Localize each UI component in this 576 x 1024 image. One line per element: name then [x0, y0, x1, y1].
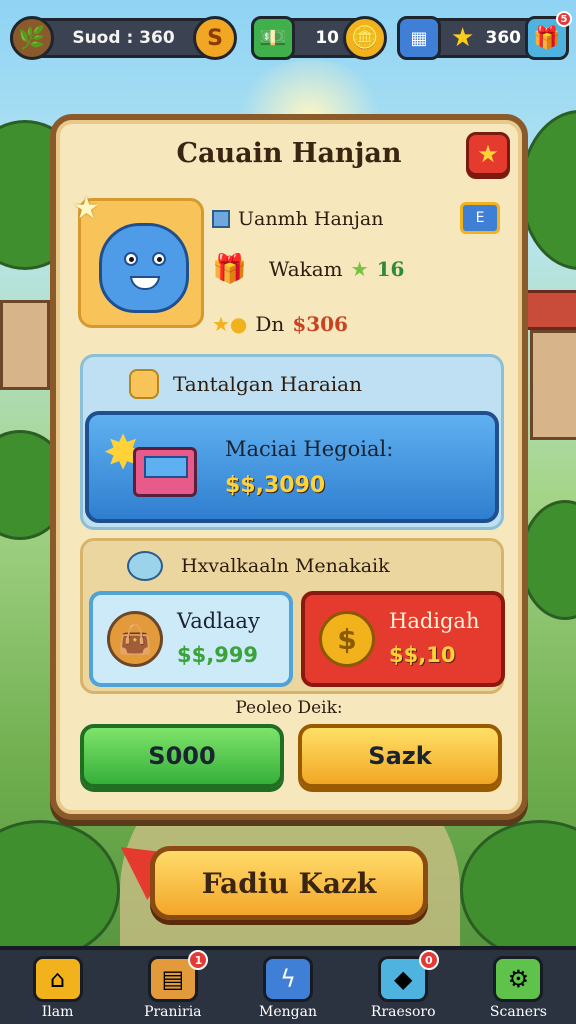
- coins-label: Dn: [255, 312, 285, 336]
- coins-value: $306: [292, 312, 348, 336]
- nav-label: Mengan: [259, 1004, 317, 1020]
- currency-pill-gems[interactable]: 💵 10 🪙: [251, 16, 387, 60]
- leaf-shield-icon: 🌿: [10, 16, 54, 60]
- nav-item-settings[interactable]: ⚙ Scaners: [461, 950, 576, 1024]
- daily-offer-section: Tantalgan Haraian ✸ Maciai Hegoial: $$,3…: [80, 354, 504, 530]
- profile-name: Uanmh Hanjan: [238, 208, 384, 230]
- coin-stack-icon: $: [319, 611, 375, 667]
- nav-label: Ilam: [41, 1004, 74, 1020]
- star-icon: ★: [73, 191, 100, 226]
- notification-badge: 1: [188, 950, 209, 970]
- main-dialog-panel: Cauain Hanjan ★ ★ Uanmh Hanjan E 🎁 Wakam…: [50, 114, 528, 820]
- offer-right-title: Hadigah: [389, 609, 480, 633]
- house-right: [530, 330, 576, 440]
- profile-badge-button[interactable]: E: [460, 202, 500, 234]
- bush-bottom-right: [460, 820, 576, 960]
- daily-card-price: $$,3090: [225, 473, 326, 498]
- avatar-eye-left: [124, 252, 138, 266]
- house-icon: ⌂: [32, 956, 83, 1002]
- yellow-action-button[interactable]: Sazk: [298, 724, 502, 788]
- notification-badge: 5: [556, 11, 572, 27]
- profile-name-row: Uanmh Hanjan: [212, 208, 383, 230]
- top-status-bar: 🌿 Suod : 360 S 💵 10 🪙 ▦ ★ 360 🎁 5: [10, 10, 572, 66]
- bird-icon: [127, 551, 163, 581]
- nav-item-shop[interactable]: ◆ 0 Rraesoro: [346, 950, 461, 1024]
- bush-bottom-left: [0, 820, 120, 960]
- lightning-icon: ϟ: [263, 956, 313, 1002]
- daily-offer-title: Tantalgan Haraian: [173, 372, 362, 396]
- profile-coins-row: ★● Dn $306: [212, 312, 348, 336]
- offers-title: Hxvalkaaln Menakaik: [181, 555, 390, 577]
- shop-stall-icon: ✸: [103, 425, 207, 511]
- nav-label: Rraesoro: [370, 1004, 436, 1020]
- xp-label: Wakam: [268, 256, 343, 281]
- panel-title: Cauain Hanjan: [176, 138, 402, 169]
- offer-card-right[interactable]: $ Hadigah $$,10: [301, 591, 505, 687]
- shop-box-icon: [133, 447, 197, 497]
- avatar[interactable]: ★: [73, 191, 204, 328]
- star-icon: ★: [451, 23, 475, 53]
- bush-right: [520, 500, 576, 620]
- map-icon: ▦: [397, 16, 441, 60]
- gear-icon: ⚙: [493, 956, 544, 1002]
- avatar-mouth: [130, 276, 160, 290]
- roof-right: [520, 290, 576, 330]
- book-icon: [129, 369, 159, 399]
- coin-icon: 🪙: [343, 16, 387, 60]
- tree-right: [520, 110, 576, 270]
- nav-label: Scaners: [489, 1004, 547, 1020]
- gift-boxes-icon: 🎁: [212, 252, 247, 285]
- star-coin-icon: ★●: [212, 312, 248, 336]
- currency1-value: Suod : 360: [72, 28, 175, 48]
- currency2-value: 10: [315, 28, 339, 48]
- green-action-button[interactable]: S000: [80, 724, 284, 788]
- blue-creature-avatar: [99, 223, 189, 313]
- avatar-eye-right: [152, 252, 166, 266]
- cash-stack-icon: 💵: [251, 16, 295, 60]
- treasure-bag-icon: 👜: [107, 611, 163, 667]
- offer-right-price: $$,10: [389, 643, 456, 667]
- nav-item-home[interactable]: ⌂ Ilam: [0, 950, 115, 1024]
- currency-pill-stars[interactable]: ▦ ★ 360 🎁 5: [397, 11, 572, 60]
- currency3-value: 360: [485, 28, 522, 48]
- close-button[interactable]: ★: [466, 132, 510, 176]
- star-icon: ★: [350, 256, 369, 281]
- house-left: [0, 300, 50, 390]
- profile-xp-row: 🎁 Wakam ★ 16: [212, 252, 404, 285]
- daily-offer-header: Tantalgan Haraian: [129, 369, 501, 399]
- offer-left-price: $$,999: [177, 643, 259, 667]
- nav-item-battle[interactable]: ϟ Mengan: [230, 950, 345, 1024]
- offers-header: Hxvalkaaln Menakaik: [127, 551, 390, 581]
- main-action-button[interactable]: Fadiu Kazk: [150, 846, 428, 920]
- currency-pill-gold[interactable]: 🌿 Suod : 360 S: [10, 16, 237, 60]
- daily-card-title: Maciai Hegoial:: [225, 437, 394, 461]
- daily-offer-card[interactable]: ✸ Maciai Hegoial: $$,3090: [85, 411, 499, 523]
- offers-section: Hxvalkaaln Menakaik 👜 Vadlaay $$,999 $ H…: [80, 538, 505, 694]
- deal-label: Peoleo Deik:: [235, 698, 343, 718]
- offer-left-title: Vadlaay: [177, 609, 260, 633]
- bottom-nav-bar: ⌂ Ilam ▤ 1 Praniria ϟ Mengan ◆ 0 Rraesor…: [0, 946, 576, 1024]
- offer-card-left[interactable]: 👜 Vadlaay $$,999: [89, 591, 293, 687]
- dollar-coin-icon: S: [193, 16, 237, 60]
- notification-badge: 0: [418, 950, 439, 970]
- nav-item-tasks[interactable]: ▤ 1 Praniria: [115, 950, 230, 1024]
- nav-label: Praniria: [144, 1004, 202, 1020]
- square-icon: [212, 210, 230, 228]
- xp-value: 16: [376, 256, 405, 281]
- gift-icon[interactable]: 🎁 5: [525, 11, 572, 60]
